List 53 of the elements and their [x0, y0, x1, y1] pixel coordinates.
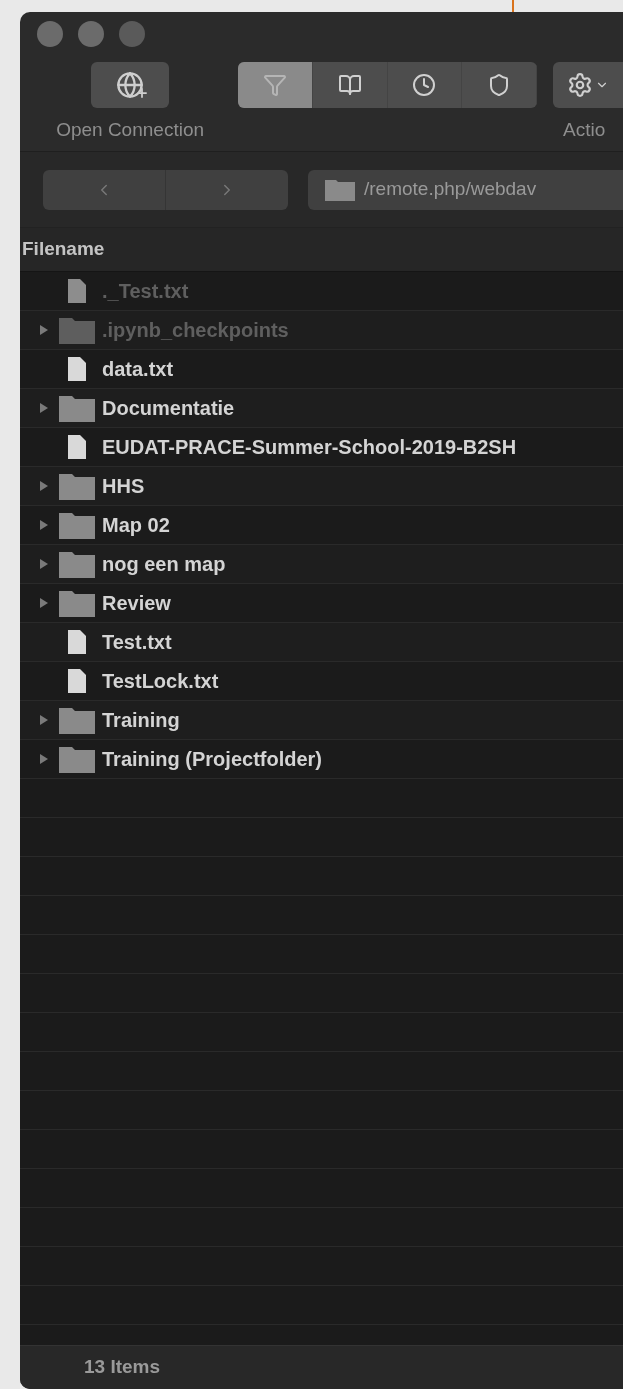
plus-icon	[135, 86, 150, 100]
marker-line	[512, 0, 514, 12]
disclosure-triangle-icon[interactable]	[39, 597, 49, 609]
file-name: TestLock.txt	[102, 669, 219, 694]
folder-icon	[58, 705, 96, 735]
globe-icon	[116, 71, 145, 99]
file-name: HHS	[102, 474, 145, 499]
file-icon	[67, 434, 87, 460]
file-name: ._Test.txt	[102, 279, 189, 304]
file-icon	[67, 278, 87, 304]
folder-icon	[58, 471, 96, 501]
book-icon	[337, 73, 362, 97]
file-name: Documentatie	[102, 396, 235, 421]
disclosure-triangle-icon[interactable]	[39, 714, 49, 726]
path-field[interactable]: /remote.php/webdav	[308, 169, 623, 210]
file-name: Map 02	[102, 513, 170, 538]
file-name: .ipynb_checkpoints	[102, 318, 289, 343]
path-text: /remote.php/webdav	[364, 177, 537, 202]
column-header[interactable]: Filename	[22, 235, 105, 264]
disclosure-triangle-icon[interactable]	[39, 324, 49, 336]
folder-icon	[58, 549, 96, 579]
file-name: Training (Projectfolder)	[102, 747, 323, 772]
file-name: nog een map	[102, 552, 226, 577]
folder-icon	[58, 393, 96, 423]
action-button[interactable]	[553, 62, 623, 108]
zoom-button[interactable]	[119, 21, 145, 47]
file-icon	[67, 356, 87, 382]
folder-icon	[58, 588, 96, 618]
disclosure-triangle-icon[interactable]	[39, 753, 49, 765]
file-icon	[67, 629, 87, 655]
file-name: Test.txt	[102, 630, 172, 655]
disclosure-triangle-icon[interactable]	[39, 480, 49, 492]
item-count: 13 Items	[84, 1355, 161, 1380]
file-name: EUDAT-PRACE-Summer-School-2019-B2SH	[102, 435, 517, 460]
folder-icon	[58, 315, 96, 345]
folder-icon	[58, 510, 96, 540]
open-connection-button[interactable]	[91, 62, 170, 108]
toolbar-label: Actio	[562, 118, 606, 142]
clock-icon	[412, 73, 437, 97]
folder-icon	[58, 744, 96, 774]
disclosure-triangle-icon[interactable]	[39, 558, 49, 570]
disclosure-triangle-icon[interactable]	[39, 402, 49, 414]
disclosure-triangle-icon[interactable]	[39, 519, 49, 531]
file-icon	[67, 668, 87, 694]
file-name: data.txt	[102, 357, 174, 382]
folder-icon	[324, 177, 356, 202]
funnel-icon	[263, 73, 288, 97]
gear-icon	[567, 72, 593, 98]
close-button[interactable]	[37, 21, 63, 47]
minimize-button[interactable]	[78, 21, 104, 47]
toolbar-label: Open Connection	[56, 118, 205, 142]
file-name: Training	[102, 708, 180, 733]
file-name: Review	[102, 591, 171, 616]
